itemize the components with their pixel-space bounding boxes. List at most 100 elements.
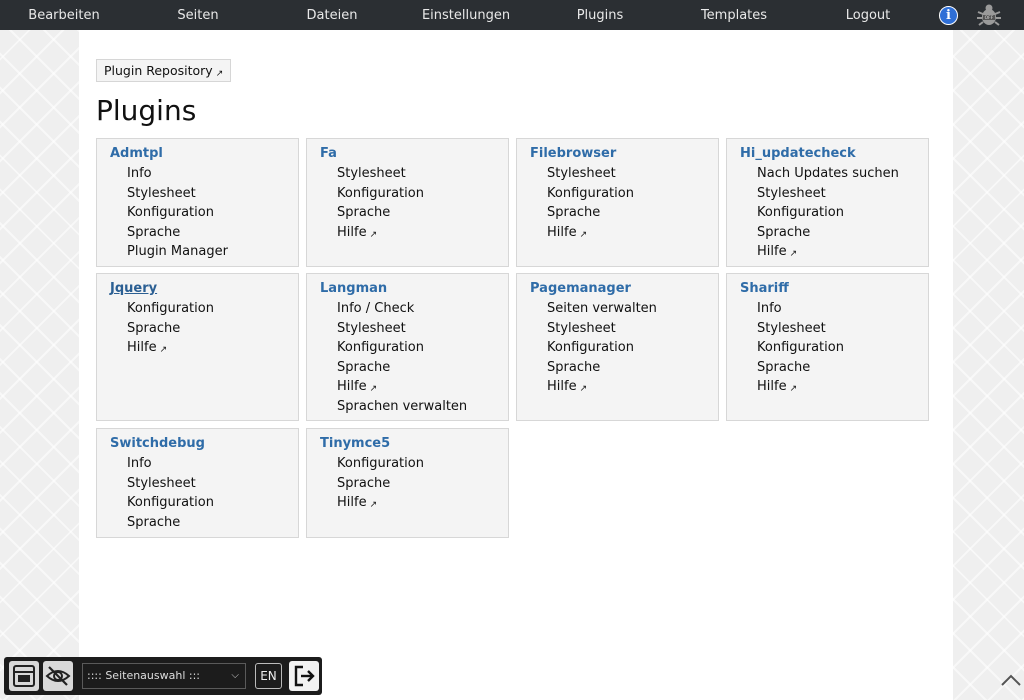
plugin-link-help[interactable]: Hilfe ↗ bbox=[337, 223, 424, 243]
plugin-title[interactable]: Fa bbox=[320, 146, 337, 161]
help-label: Hilfe bbox=[127, 340, 157, 355]
plugin-link-stylesheet[interactable]: Stylesheet bbox=[127, 474, 214, 494]
plugin-card-jquery: Jquery Konfiguration Sprache Hilfe ↗ bbox=[96, 273, 299, 421]
plugin-repository-button[interactable]: Plugin Repository ↗ bbox=[96, 59, 232, 82]
plugin-menu: Nach Updates suchen Stylesheet Konfigura… bbox=[757, 164, 899, 262]
plugin-link-language[interactable]: Sprache bbox=[127, 223, 228, 243]
plugin-link-language[interactable]: Sprache bbox=[757, 358, 844, 378]
plugin-link-stylesheet[interactable]: Stylesheet bbox=[547, 319, 657, 339]
help-label: Hilfe bbox=[337, 224, 367, 240]
help-label: Hilfe bbox=[337, 379, 367, 394]
plugin-link-language[interactable]: Sprache bbox=[547, 203, 634, 223]
plugin-link-language[interactable]: Sprache bbox=[127, 319, 214, 339]
plugin-link-language[interactable]: Sprache bbox=[337, 474, 424, 494]
plugin-title[interactable]: Shariff bbox=[740, 281, 789, 296]
plugin-link-manage-pages[interactable]: Seiten verwalten bbox=[547, 299, 657, 319]
plugin-link-stylesheet[interactable]: Stylesheet bbox=[757, 184, 899, 204]
plugin-link-config[interactable]: Konfiguration bbox=[337, 454, 424, 474]
plugin-link-help[interactable]: Hilfe ↗ bbox=[547, 223, 634, 243]
debug-bug-icon[interactable]: OFF bbox=[976, 3, 1002, 27]
plugin-link-help[interactable]: Hilfe ↗ bbox=[547, 377, 657, 397]
plugin-title[interactable]: Admtpl bbox=[110, 146, 163, 161]
plugin-card-fa: Fa Stylesheet Konfiguration Sprache Hilf… bbox=[306, 138, 509, 267]
plugin-card-pagemanager: Pagemanager Seiten verwalten Stylesheet … bbox=[516, 273, 719, 421]
plugin-link-language[interactable]: Sprache bbox=[547, 358, 657, 378]
admin-panel-button[interactable] bbox=[9, 661, 39, 691]
plugin-link-manage-languages[interactable]: Sprachen verwalten bbox=[337, 397, 467, 417]
admin-menu-bar: Bearbeiten Seiten Dateien Einstellungen … bbox=[0, 0, 1024, 30]
plugin-link-stylesheet[interactable]: Stylesheet bbox=[337, 164, 424, 184]
plugin-title[interactable]: Jquery bbox=[110, 281, 157, 296]
plugin-link-stylesheet[interactable]: Stylesheet bbox=[127, 184, 228, 204]
menu-pages[interactable]: Seiten bbox=[177, 0, 218, 30]
plugin-link-language[interactable]: Sprache bbox=[337, 203, 424, 223]
menu-settings[interactable]: Einstellungen bbox=[422, 0, 510, 30]
plugin-link-stylesheet[interactable]: Stylesheet bbox=[757, 319, 844, 339]
plugin-title[interactable]: Hi_updatecheck bbox=[740, 146, 856, 161]
plugin-link-help[interactable]: Hilfe ↗ bbox=[757, 242, 899, 262]
help-label: Hilfe bbox=[757, 379, 787, 394]
plugin-title[interactable]: Pagemanager bbox=[530, 281, 631, 296]
external-link-icon: ↗ bbox=[579, 229, 588, 240]
plugin-card-filebrowser: Filebrowser Stylesheet Konfiguration Spr… bbox=[516, 138, 719, 267]
plugin-link-info[interactable]: Info bbox=[127, 164, 228, 184]
menu-files[interactable]: Dateien bbox=[307, 0, 358, 30]
plugin-link-config[interactable]: Konfiguration bbox=[127, 299, 214, 319]
plugin-link-help[interactable]: Hilfe ↗ bbox=[337, 493, 424, 513]
plugin-link-info[interactable]: Info bbox=[757, 299, 844, 319]
plugin-link-check-updates[interactable]: Nach Updates suchen bbox=[757, 164, 899, 184]
help-label: Hilfe bbox=[757, 244, 787, 259]
plugin-link-info-check[interactable]: Info / Check bbox=[337, 299, 467, 319]
plugin-title[interactable]: Langman bbox=[320, 281, 387, 296]
plugin-title[interactable]: Tinymce5 bbox=[320, 436, 390, 451]
info-icon[interactable]: i bbox=[939, 6, 958, 25]
admin-panel-icon bbox=[13, 665, 35, 687]
plugin-link-config[interactable]: Konfiguration bbox=[337, 184, 424, 204]
plugin-link-help[interactable]: Hilfe ↗ bbox=[757, 377, 844, 397]
plugin-menu: Info Stylesheet Konfiguration Sprache Hi… bbox=[757, 299, 844, 397]
plugin-menu: Stylesheet Konfiguration Sprache Hilfe ↗ bbox=[337, 164, 424, 242]
external-link-icon: ↗ bbox=[369, 500, 378, 510]
menu-edit[interactable]: Bearbeiten bbox=[28, 0, 99, 30]
chevron-down-icon: ⌵ bbox=[231, 670, 239, 681]
language-button[interactable]: EN bbox=[255, 663, 282, 689]
plugin-link-config[interactable]: Konfiguration bbox=[127, 203, 228, 223]
help-label: Hilfe bbox=[547, 379, 577, 394]
plugin-link-config[interactable]: Konfiguration bbox=[337, 338, 467, 358]
help-label: Hilfe bbox=[337, 495, 367, 510]
plugin-menu: Info Stylesheet Konfiguration Sprache Pl… bbox=[127, 164, 228, 262]
plugin-title[interactable]: Filebrowser bbox=[530, 146, 616, 161]
plugin-link-plugin-manager[interactable]: Plugin Manager bbox=[127, 242, 228, 262]
hide-eye-icon bbox=[45, 666, 71, 686]
plugin-link-info[interactable]: Info bbox=[127, 454, 214, 474]
plugin-link-language[interactable]: Sprache bbox=[757, 223, 899, 243]
plugin-link-language[interactable]: Sprache bbox=[337, 358, 467, 378]
plugin-link-stylesheet[interactable]: Stylesheet bbox=[547, 164, 634, 184]
menu-logout[interactable]: Logout bbox=[846, 0, 891, 30]
plugin-link-stylesheet[interactable]: Stylesheet bbox=[337, 319, 467, 339]
page-select-dropdown[interactable]: :::: Seitenauswahl ::: ⌵ bbox=[82, 663, 246, 689]
external-link-icon: ↗ bbox=[579, 384, 588, 394]
logout-button[interactable] bbox=[289, 661, 319, 691]
plugin-link-help[interactable]: Hilfe ↗ bbox=[127, 338, 214, 358]
plugin-link-help[interactable]: Hilfe ↗ bbox=[337, 377, 467, 397]
chevron-up-icon[interactable] bbox=[1000, 672, 1022, 688]
menu-plugins[interactable]: Plugins bbox=[577, 0, 624, 30]
plugin-card-switchdebug: Switchdebug Info Stylesheet Konfiguratio… bbox=[96, 428, 299, 538]
plugin-link-config[interactable]: Konfiguration bbox=[547, 338, 657, 358]
plugin-link-config[interactable]: Konfiguration bbox=[757, 203, 899, 223]
plugin-link-config[interactable]: Konfiguration bbox=[757, 338, 844, 358]
plugin-menu: Seiten verwalten Stylesheet Konfiguratio… bbox=[547, 299, 657, 397]
plugin-card-hi-updatecheck: Hi_updatecheck Nach Updates suchen Style… bbox=[726, 138, 929, 267]
plugin-link-config[interactable]: Konfiguration bbox=[127, 493, 214, 513]
plugin-card-admtpl: Admtpl Info Stylesheet Konfiguration Spr… bbox=[96, 138, 299, 267]
admin-toolbar: :::: Seitenauswahl ::: ⌵ EN bbox=[4, 657, 322, 695]
page-select-value: :::: Seitenauswahl ::: bbox=[87, 669, 201, 682]
plugin-link-config[interactable]: Konfiguration bbox=[547, 184, 634, 204]
hide-toolbar-button[interactable] bbox=[43, 661, 73, 691]
main-content: Plugin Repository ↗ Plugins Admtpl Info S… bbox=[79, 30, 953, 700]
external-link-icon: ↗ bbox=[215, 69, 224, 79]
menu-templates[interactable]: Templates bbox=[701, 0, 767, 30]
plugin-link-language[interactable]: Sprache bbox=[127, 513, 214, 533]
plugin-title[interactable]: Switchdebug bbox=[110, 436, 205, 451]
